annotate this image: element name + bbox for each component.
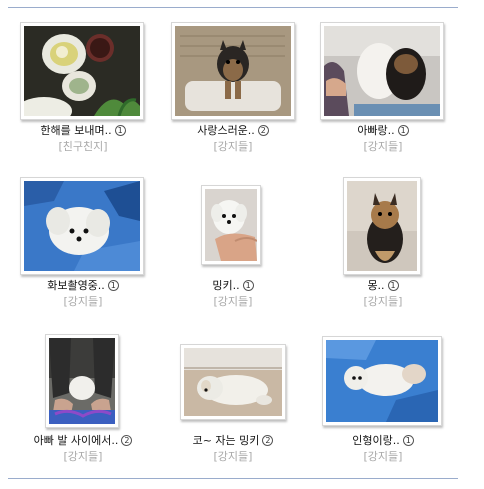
gallery-item[interactable]: 밍키.. 1 [강지들]: [158, 167, 308, 317]
photo-yorkie-chair[interactable]: [175, 26, 291, 116]
photo-frame[interactable]: [20, 177, 144, 275]
photo-title-link[interactable]: 사랑스러운.. 2: [158, 122, 308, 138]
photo-title[interactable]: 한해를 보내며..: [40, 124, 111, 137]
photo-category[interactable]: [강지들]: [158, 138, 308, 154]
photo-title[interactable]: 화보촬영중..: [47, 279, 105, 292]
photo-title[interactable]: 아빠 발 사이에서..: [34, 434, 119, 447]
photo-title-link[interactable]: 아빠 발 사이에서.. 2: [8, 432, 158, 448]
photo-category[interactable]: [강지들]: [8, 448, 158, 464]
comment-count: 1: [397, 125, 409, 136]
photo-sleeping-puppy[interactable]: [184, 348, 282, 416]
comment-count: 2: [121, 435, 133, 446]
comment-count: 1: [107, 280, 119, 291]
photo-frame[interactable]: [343, 177, 421, 275]
gallery-item[interactable]: 코~ 자는 밍키 2 [강지들]: [158, 322, 308, 472]
photo-category[interactable]: [강지들]: [158, 448, 308, 464]
comment-count: 2: [257, 125, 269, 136]
comment-count: 1: [402, 435, 414, 446]
photo-frame[interactable]: [20, 22, 144, 120]
photo-title-link[interactable]: 화보촬영중.. 1: [8, 277, 158, 293]
photo-dogs-with-person[interactable]: [324, 26, 440, 116]
gallery-item[interactable]: 아빠 발 사이에서.. 2 [강지들]: [8, 322, 158, 472]
photo-puppy-with-toy[interactable]: [326, 340, 438, 422]
photo-category[interactable]: [강지들]: [308, 448, 458, 464]
photo-title[interactable]: 아빠랑..: [357, 124, 394, 137]
photo-white-puppy-blanket[interactable]: [24, 181, 140, 271]
photo-title-link[interactable]: 인형이랑.. 1: [308, 432, 458, 448]
photo-title[interactable]: 사랑스러운..: [197, 124, 255, 137]
comment-count: 1: [387, 280, 399, 291]
photo-puppy-in-hand[interactable]: [205, 189, 257, 261]
photo-title[interactable]: 몽..: [367, 279, 384, 292]
photo-frame[interactable]: [322, 336, 442, 426]
photo-frame[interactable]: [320, 22, 444, 120]
photo-frame[interactable]: [201, 185, 261, 265]
gallery-item[interactable]: 아빠랑.. 1 [강지들]: [308, 12, 458, 162]
photo-title-link[interactable]: 밍키.. 1: [158, 277, 308, 293]
comment-count: 1: [242, 280, 254, 291]
comment-count: 2: [262, 435, 274, 446]
photo-frame[interactable]: [45, 334, 119, 428]
photo-title-link[interactable]: 코~ 자는 밍키 2: [158, 432, 308, 448]
bottom-divider: [8, 478, 458, 479]
photo-puppy-between-feet[interactable]: [49, 338, 115, 424]
photo-title[interactable]: 인형이랑..: [352, 434, 399, 447]
photo-frame[interactable]: [171, 22, 295, 120]
top-divider: [8, 7, 458, 8]
photo-frame[interactable]: [180, 344, 286, 420]
photo-yorkie-puppy[interactable]: [347, 181, 417, 271]
photo-title-link[interactable]: 몽.. 1: [308, 277, 458, 293]
photo-title-link[interactable]: 한해를 보내며.. 1: [8, 122, 158, 138]
gallery-item[interactable]: 몽.. 1 [강지들]: [308, 167, 458, 317]
photo-title-link[interactable]: 아빠랑.. 1: [308, 122, 458, 138]
photo-category[interactable]: [강지들]: [308, 138, 458, 154]
photo-category[interactable]: [강지들]: [8, 293, 158, 309]
gallery-item[interactable]: 화보촬영중.. 1 [강지들]: [8, 167, 158, 317]
photo-title[interactable]: 밍키..: [212, 279, 239, 292]
gallery-item[interactable]: 인형이랑.. 1 [강지들]: [308, 322, 458, 472]
photo-title[interactable]: 코~ 자는 밍키: [193, 434, 260, 447]
gallery-item[interactable]: 한해를 보내며.. 1 [친구친지]: [8, 12, 158, 162]
gallery-item[interactable]: 사랑스러운.. 2 [강지들]: [158, 12, 308, 162]
photo-category[interactable]: [친구친지]: [8, 138, 158, 154]
photo-category[interactable]: [강지들]: [308, 293, 458, 309]
photo-category[interactable]: [강지들]: [158, 293, 308, 309]
photo-table-food[interactable]: [24, 26, 140, 116]
comment-count: 1: [114, 125, 126, 136]
